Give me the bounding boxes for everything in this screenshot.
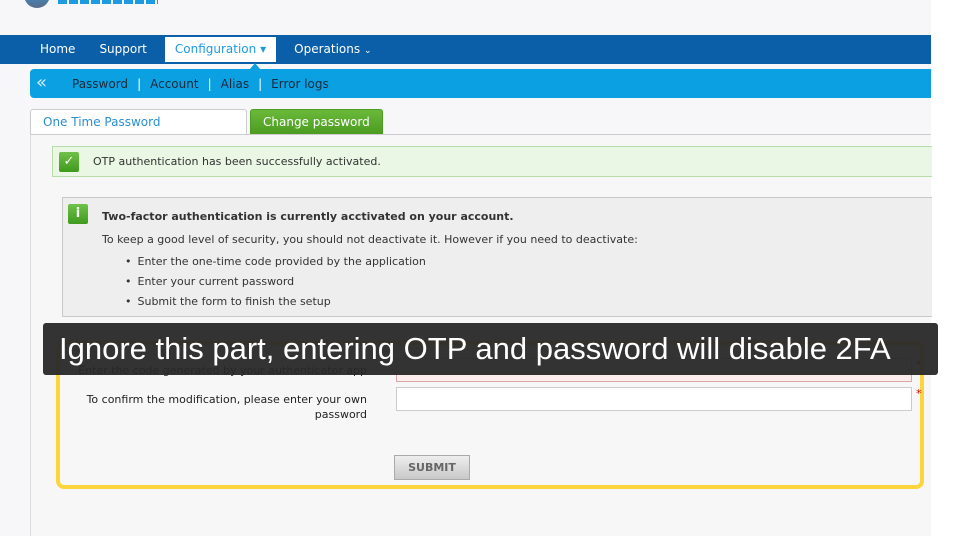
check-icon: ✓ — [59, 152, 79, 172]
chevron-down-icon: ⌄ — [363, 46, 372, 56]
nav-label: Operations — [294, 42, 361, 56]
password-label: To confirm the modification, please ente… — [86, 393, 367, 421]
tabs: One Time Password configuration Change p… — [30, 109, 386, 154]
list-item: Enter your current password — [125, 275, 426, 295]
sub-nav: « Password | Account | Alias | Error log… — [30, 69, 931, 98]
success-message: OTP authentication has been successfully… — [93, 155, 381, 168]
subnav-alias[interactable]: Alias — [221, 77, 249, 91]
steps-list: Enter the one-time code provided by the … — [125, 255, 426, 315]
submit-button[interactable]: SUBMIT — [394, 455, 470, 480]
nav-support[interactable]: Support — [87, 37, 158, 62]
separator: | — [207, 76, 212, 91]
nav-label: Configuration — [174, 42, 257, 56]
separator: | — [258, 76, 263, 91]
list-item: Enter the one-time code provided by the … — [125, 255, 426, 275]
tab-otp-configuration[interactable]: One Time Password configuration — [30, 109, 247, 154]
annotation-banner: Ignore this part, entering OTP and passw… — [43, 323, 938, 375]
info-box: i Two-factor authentication is currently… — [62, 197, 932, 317]
subnav-account[interactable]: Account — [150, 77, 198, 91]
info-text: To keep a good level of security, you sh… — [102, 233, 638, 246]
nav-operations[interactable]: Operations ⌄ — [282, 37, 383, 62]
separator: | — [137, 76, 142, 91]
tab-change-password[interactable]: Change password — [250, 109, 383, 134]
caret-down-icon: ▾ — [260, 42, 267, 56]
nav-home[interactable]: Home — [28, 37, 87, 62]
info-icon: i — [68, 204, 88, 224]
password-input[interactable] — [396, 387, 912, 411]
subnav-error-logs[interactable]: Error logs — [271, 77, 329, 91]
required-mark: * — [916, 387, 922, 400]
info-title: Two-factor authentication is currently a… — [102, 210, 514, 223]
collapse-icon[interactable]: « — [36, 72, 47, 93]
subnav-password[interactable]: Password — [72, 77, 128, 91]
list-item: Submit the form to finish the setup — [125, 295, 426, 315]
logo-icon — [24, 0, 50, 8]
main-nav: Home Support Configuration ▾ Operations … — [0, 35, 931, 64]
nav-configuration[interactable]: Configuration ▾ — [164, 37, 277, 62]
success-alert: ✓ OTP authentication has been successful… — [52, 146, 932, 177]
logo — [58, 0, 158, 4]
page: Home Support Configuration ▾ Operations … — [0, 0, 932, 536]
